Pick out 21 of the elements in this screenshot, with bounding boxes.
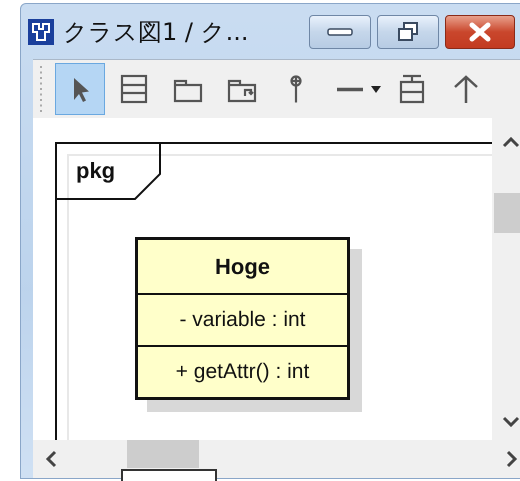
pointer-tool-button[interactable] [55, 63, 105, 115]
minimize-button[interactable] [309, 14, 371, 48]
scroll-thumb[interactable] [494, 193, 520, 233]
scroll-down-icon[interactable] [502, 416, 520, 428]
caret-icon [370, 83, 382, 95]
restore-button[interactable] [377, 14, 439, 48]
scroll-thumb[interactable] [127, 440, 199, 468]
package-name: pkg [76, 158, 116, 184]
grip-icon [39, 64, 43, 114]
class-name: Hoge [215, 254, 270, 280]
window-title: クラス図1 / ク... [63, 16, 250, 48]
scroll-right-icon[interactable] [506, 450, 518, 468]
scroll-left-icon[interactable] [45, 450, 57, 468]
scroll-up-icon[interactable] [502, 136, 520, 148]
close-button[interactable] [445, 14, 515, 48]
app-icon [27, 18, 55, 46]
attribute-text: - variable : int [179, 308, 306, 332]
close-icon [467, 22, 493, 42]
minimize-icon [326, 26, 354, 38]
operation-text: + getAttr() : int [176, 360, 310, 384]
restore-icon [396, 20, 420, 42]
